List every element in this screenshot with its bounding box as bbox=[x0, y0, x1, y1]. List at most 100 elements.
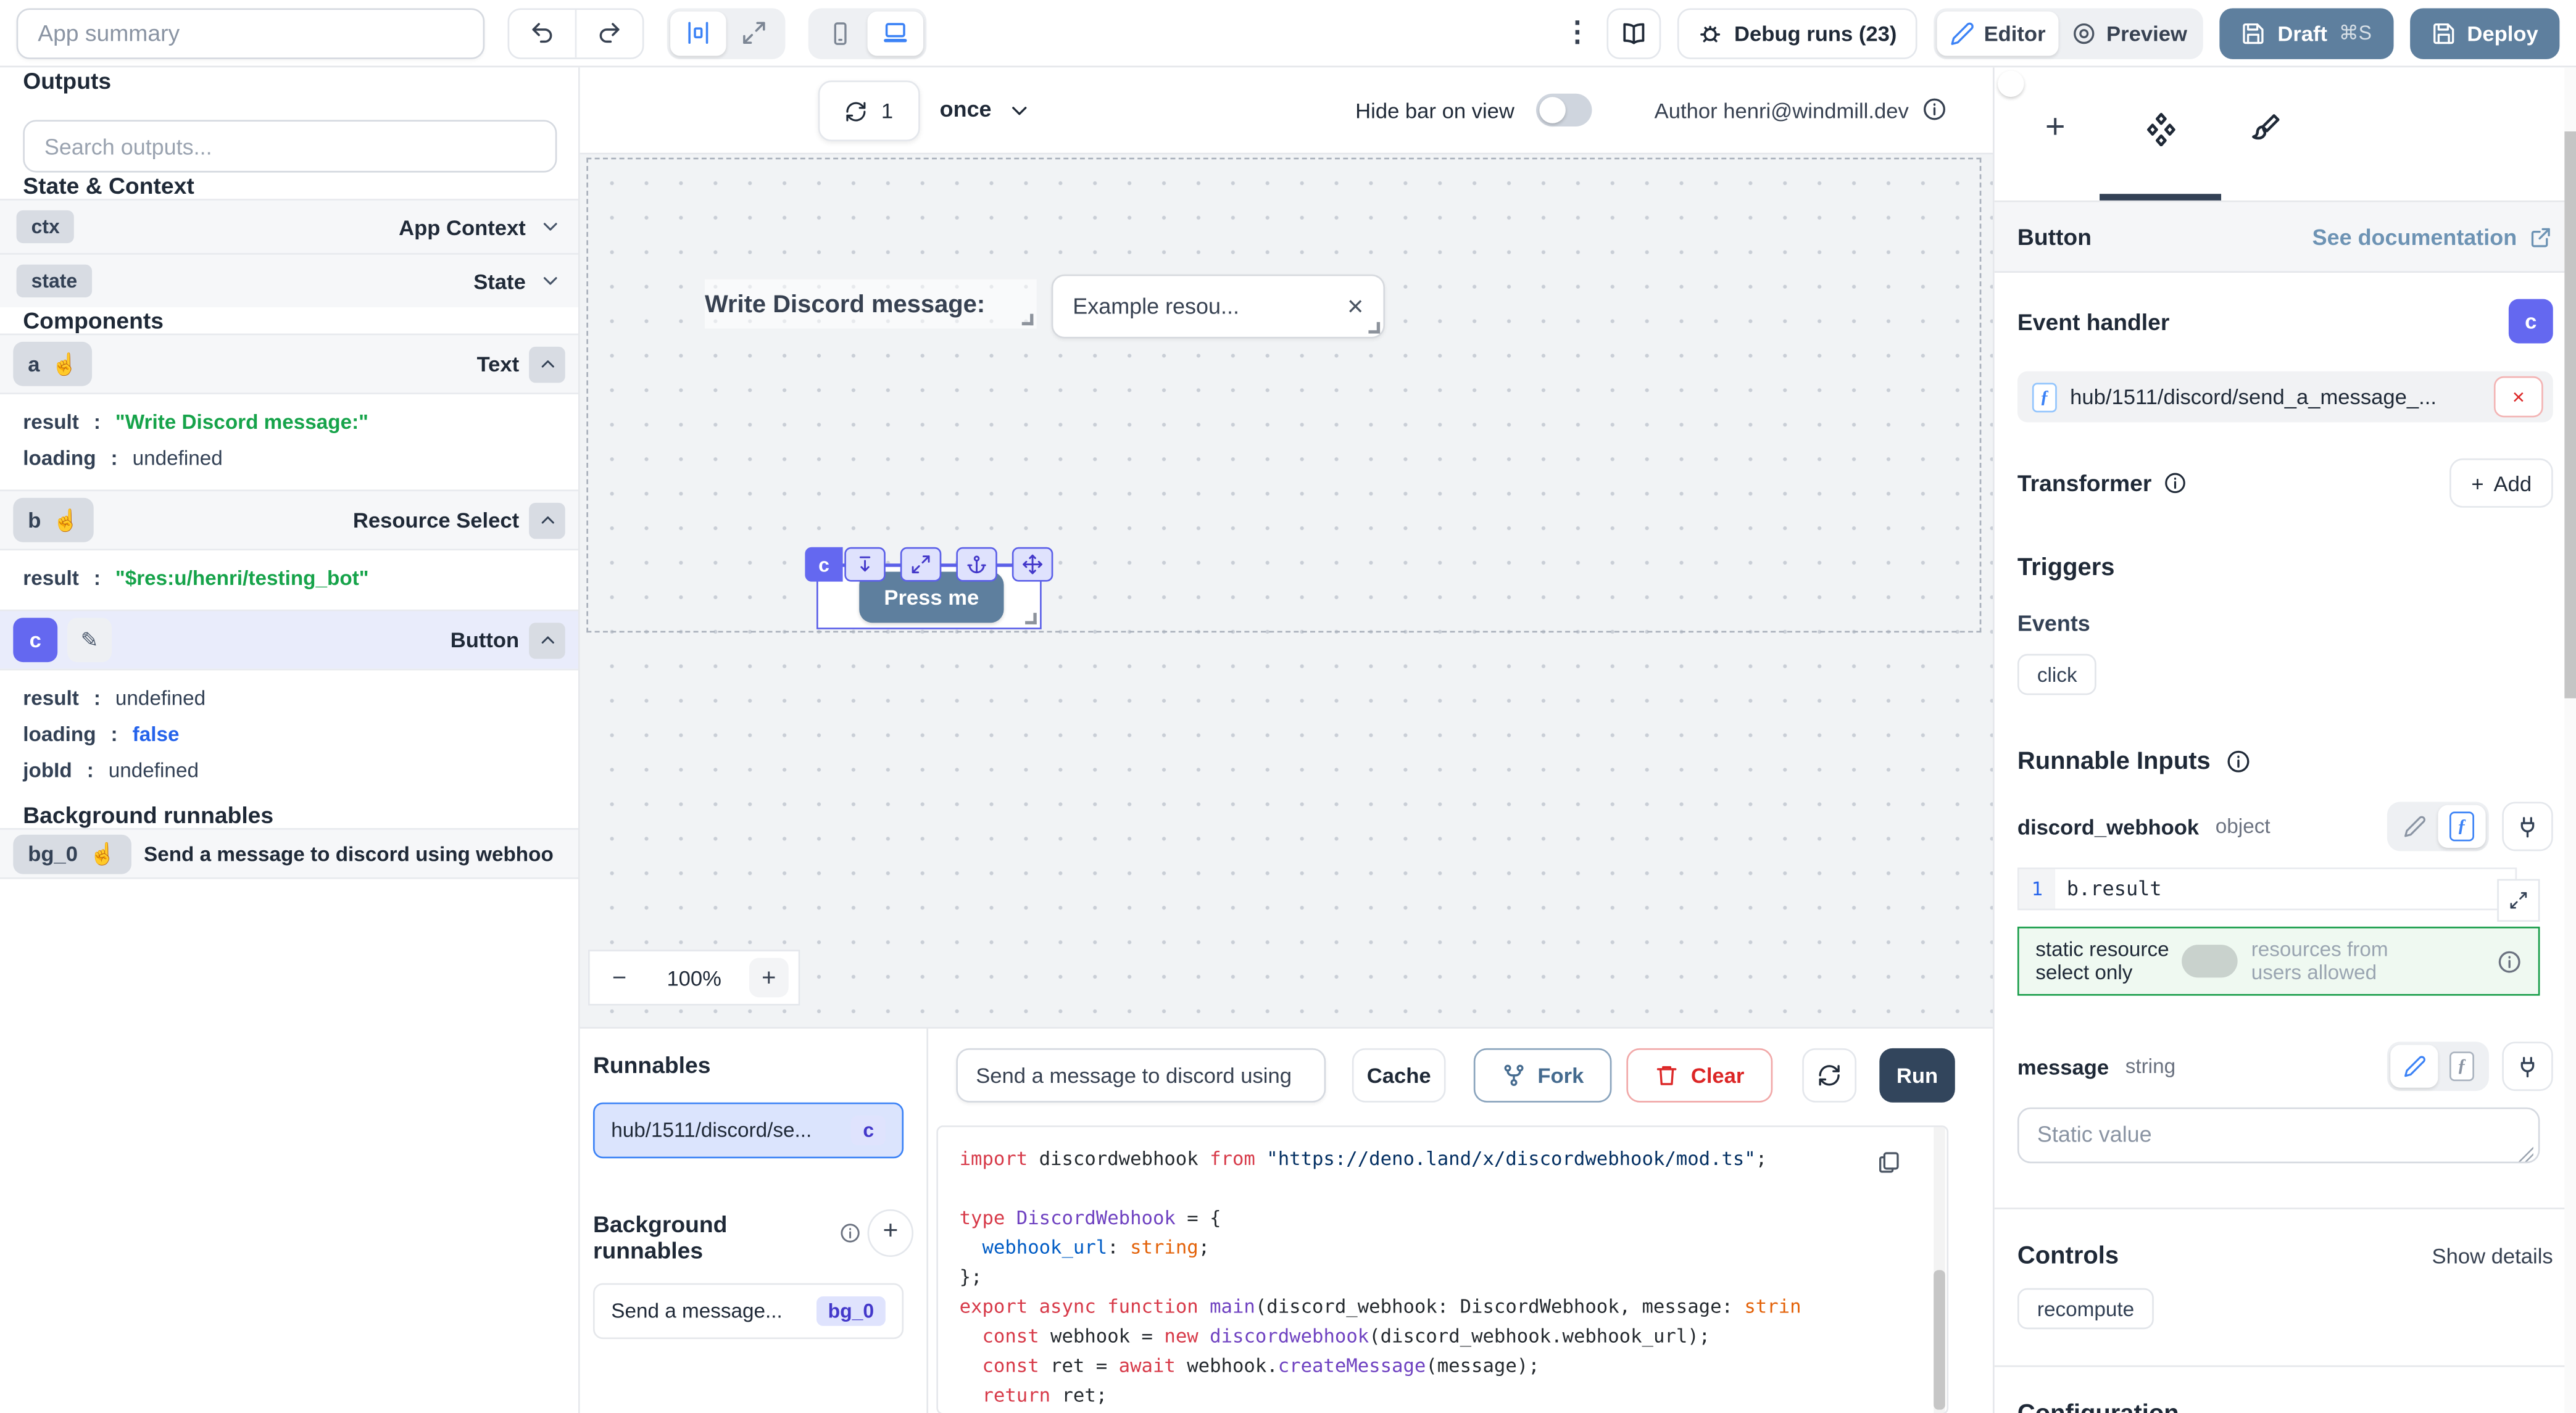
zoom-level: 100% bbox=[667, 965, 721, 990]
app-summary-input[interactable] bbox=[17, 7, 485, 59]
deploy-button[interactable]: Deploy bbox=[2409, 7, 2559, 59]
window-scrollbar[interactable] bbox=[2564, 67, 2576, 1413]
scrollbar-thumb[interactable] bbox=[1934, 1270, 1945, 1409]
run-button[interactable]: Run bbox=[1879, 1048, 1955, 1103]
zoom-out-button[interactable]: − bbox=[600, 958, 639, 997]
state-row-ctx[interactable]: ctx App Context bbox=[0, 199, 578, 253]
function-icon: ƒ bbox=[2449, 811, 2474, 841]
collapse-icon[interactable] bbox=[529, 502, 565, 538]
copy-code-icon[interactable] bbox=[1876, 1150, 1901, 1183]
redo-button[interactable] bbox=[576, 9, 642, 57]
eval-mode-button[interactable]: ƒ bbox=[2438, 805, 2485, 848]
fullsize-icon[interactable] bbox=[900, 547, 942, 582]
info-icon[interactable] bbox=[840, 1222, 862, 1243]
add-transformer-button[interactable]: +Add bbox=[2450, 458, 2553, 508]
editor-tab[interactable]: Editor bbox=[1936, 10, 2058, 55]
chevron-down-icon[interactable] bbox=[539, 215, 562, 238]
connect-input-button[interactable] bbox=[2502, 802, 2553, 851]
chevron-down-icon[interactable] bbox=[1007, 99, 1032, 131]
expand-down-icon[interactable] bbox=[844, 547, 886, 582]
bug-icon bbox=[1697, 20, 1723, 46]
undo-button[interactable] bbox=[509, 9, 575, 57]
expand-editor-icon[interactable] bbox=[2497, 879, 2540, 922]
output-field[interactable]: result:"Write Discord message:" bbox=[0, 404, 578, 441]
resize-grip-icon[interactable] bbox=[2519, 1147, 2533, 1162]
message-static-value-input[interactable] bbox=[2017, 1108, 2540, 1164]
bg0-badge: bg_0☝ bbox=[13, 834, 130, 873]
resource-select-component[interactable]: Example resou... × bbox=[1052, 275, 1385, 339]
centered-layout-button[interactable] bbox=[670, 10, 726, 55]
add-background-runnable-button[interactable]: + bbox=[868, 1208, 913, 1256]
component-row-c[interactable]: c✎Button bbox=[0, 610, 578, 669]
text-component[interactable]: Write Discord message: bbox=[705, 280, 1037, 329]
state-row-state[interactable]: state State bbox=[0, 253, 578, 307]
event-chip-click[interactable]: click bbox=[2017, 654, 2097, 695]
component-row-b[interactable]: b☝Resource Select bbox=[0, 490, 578, 549]
info-icon[interactable] bbox=[2225, 749, 2250, 774]
info-icon[interactable] bbox=[2163, 471, 2186, 494]
chevron-down-icon[interactable] bbox=[539, 270, 562, 292]
resize-handle-icon[interactable] bbox=[1025, 613, 1037, 624]
info-icon[interactable] bbox=[2497, 949, 2522, 974]
search-outputs-input[interactable] bbox=[23, 120, 557, 172]
debug-runs-button[interactable]: Debug runs (23) bbox=[1677, 7, 1917, 59]
static-mode-button[interactable] bbox=[2390, 805, 2438, 848]
clear-button[interactable]: Clear bbox=[1626, 1048, 1772, 1103]
draft-button[interactable]: Draft ⌘S bbox=[2220, 7, 2393, 59]
attached-runnable-row[interactable]: ƒ hub/1511/discord/send_a_message_... × bbox=[2017, 371, 2553, 423]
code-editor-content[interactable]: import discordwebhook from "https://deno… bbox=[938, 1127, 1934, 1413]
component-settings-tab[interactable] bbox=[2136, 104, 2185, 153]
cache-button[interactable]: Cache bbox=[1352, 1048, 1446, 1103]
output-field[interactable]: jobId:undefined bbox=[0, 753, 578, 789]
output-field[interactable]: result:"$res:u/henri/testing_bot" bbox=[0, 560, 578, 597]
component-row-a[interactable]: a☝Text bbox=[0, 334, 578, 393]
code-scrollbar[interactable] bbox=[1934, 1127, 1945, 1413]
component-outputs-c: result:undefinedloading:falsejobId:undef… bbox=[0, 669, 578, 802]
resize-handle-icon[interactable] bbox=[1022, 314, 1034, 326]
app-canvas[interactable]: Write Discord message: Example resou... … bbox=[580, 154, 1993, 1027]
connect-input-button[interactable] bbox=[2502, 1042, 2553, 1091]
anchor-icon[interactable] bbox=[956, 547, 997, 582]
styling-tab[interactable] bbox=[2241, 104, 2290, 153]
eval-mode-button[interactable]: ƒ bbox=[2438, 1045, 2485, 1088]
output-field[interactable]: loading:false bbox=[0, 716, 578, 753]
resources-from-users-label: resources from bbox=[2251, 938, 2388, 961]
output-field[interactable]: loading:undefined bbox=[0, 441, 578, 477]
docs-button[interactable] bbox=[1606, 7, 1660, 59]
runnable-item-selected[interactable]: hub/1511/discord/se... c bbox=[593, 1103, 904, 1159]
desktop-view-button[interactable] bbox=[868, 10, 924, 55]
insert-component-tab[interactable]: + bbox=[2030, 104, 2080, 153]
output-field[interactable]: result:undefined bbox=[0, 680, 578, 716]
static-mode-button[interactable] bbox=[2390, 1045, 2438, 1088]
hide-bar-toggle[interactable] bbox=[1536, 94, 1592, 126]
recompute-chip[interactable]: recompute bbox=[2017, 1288, 2154, 1330]
collapse-icon[interactable] bbox=[529, 622, 565, 658]
fork-button[interactable]: Fork bbox=[1474, 1048, 1612, 1103]
resource-mode-toggle[interactable] bbox=[2182, 945, 2238, 977]
see-documentation-link[interactable]: See documentation bbox=[2312, 224, 2553, 249]
move-icon[interactable] bbox=[1012, 547, 1053, 582]
detach-runnable-button[interactable]: × bbox=[2494, 376, 2543, 418]
info-icon[interactable] bbox=[1922, 97, 1947, 130]
mobile-view-button[interactable] bbox=[812, 10, 868, 55]
refresh-script-button[interactable] bbox=[1802, 1048, 1856, 1103]
preview-tab[interactable]: Preview bbox=[2059, 10, 2200, 55]
fullwidth-layout-icon[interactable] bbox=[726, 10, 783, 55]
discord-webhook-expression-input[interactable]: 1 b.result bbox=[2017, 868, 2517, 910]
code-editor[interactable]: import discordwebhook from "https://deno… bbox=[936, 1125, 1948, 1413]
collapse-icon[interactable] bbox=[529, 346, 565, 383]
zoom-in-button[interactable]: + bbox=[749, 958, 789, 997]
resize-handle-icon[interactable] bbox=[1368, 322, 1380, 334]
hand-icon: ☝ bbox=[51, 354, 78, 375]
background-runnable-item[interactable]: Send a message... bg_0 bbox=[593, 1283, 904, 1340]
clear-select-icon[interactable]: × bbox=[1347, 290, 1363, 323]
more-menu-button[interactable]: ⋮ bbox=[1563, 17, 1590, 49]
background-runnable-row[interactable]: bg_0☝ Send a message to discord using we… bbox=[0, 828, 578, 879]
show-details-link[interactable]: Show details bbox=[2432, 1244, 2553, 1269]
script-title-input[interactable] bbox=[956, 1048, 1326, 1103]
component-diamonds-icon bbox=[2143, 111, 2178, 146]
schedule-select[interactable]: once bbox=[940, 97, 992, 122]
refresh-count-button[interactable]: 1 bbox=[818, 80, 920, 141]
paintbrush-icon bbox=[2249, 112, 2282, 144]
scrollbar-thumb[interactable] bbox=[2564, 131, 2576, 698]
